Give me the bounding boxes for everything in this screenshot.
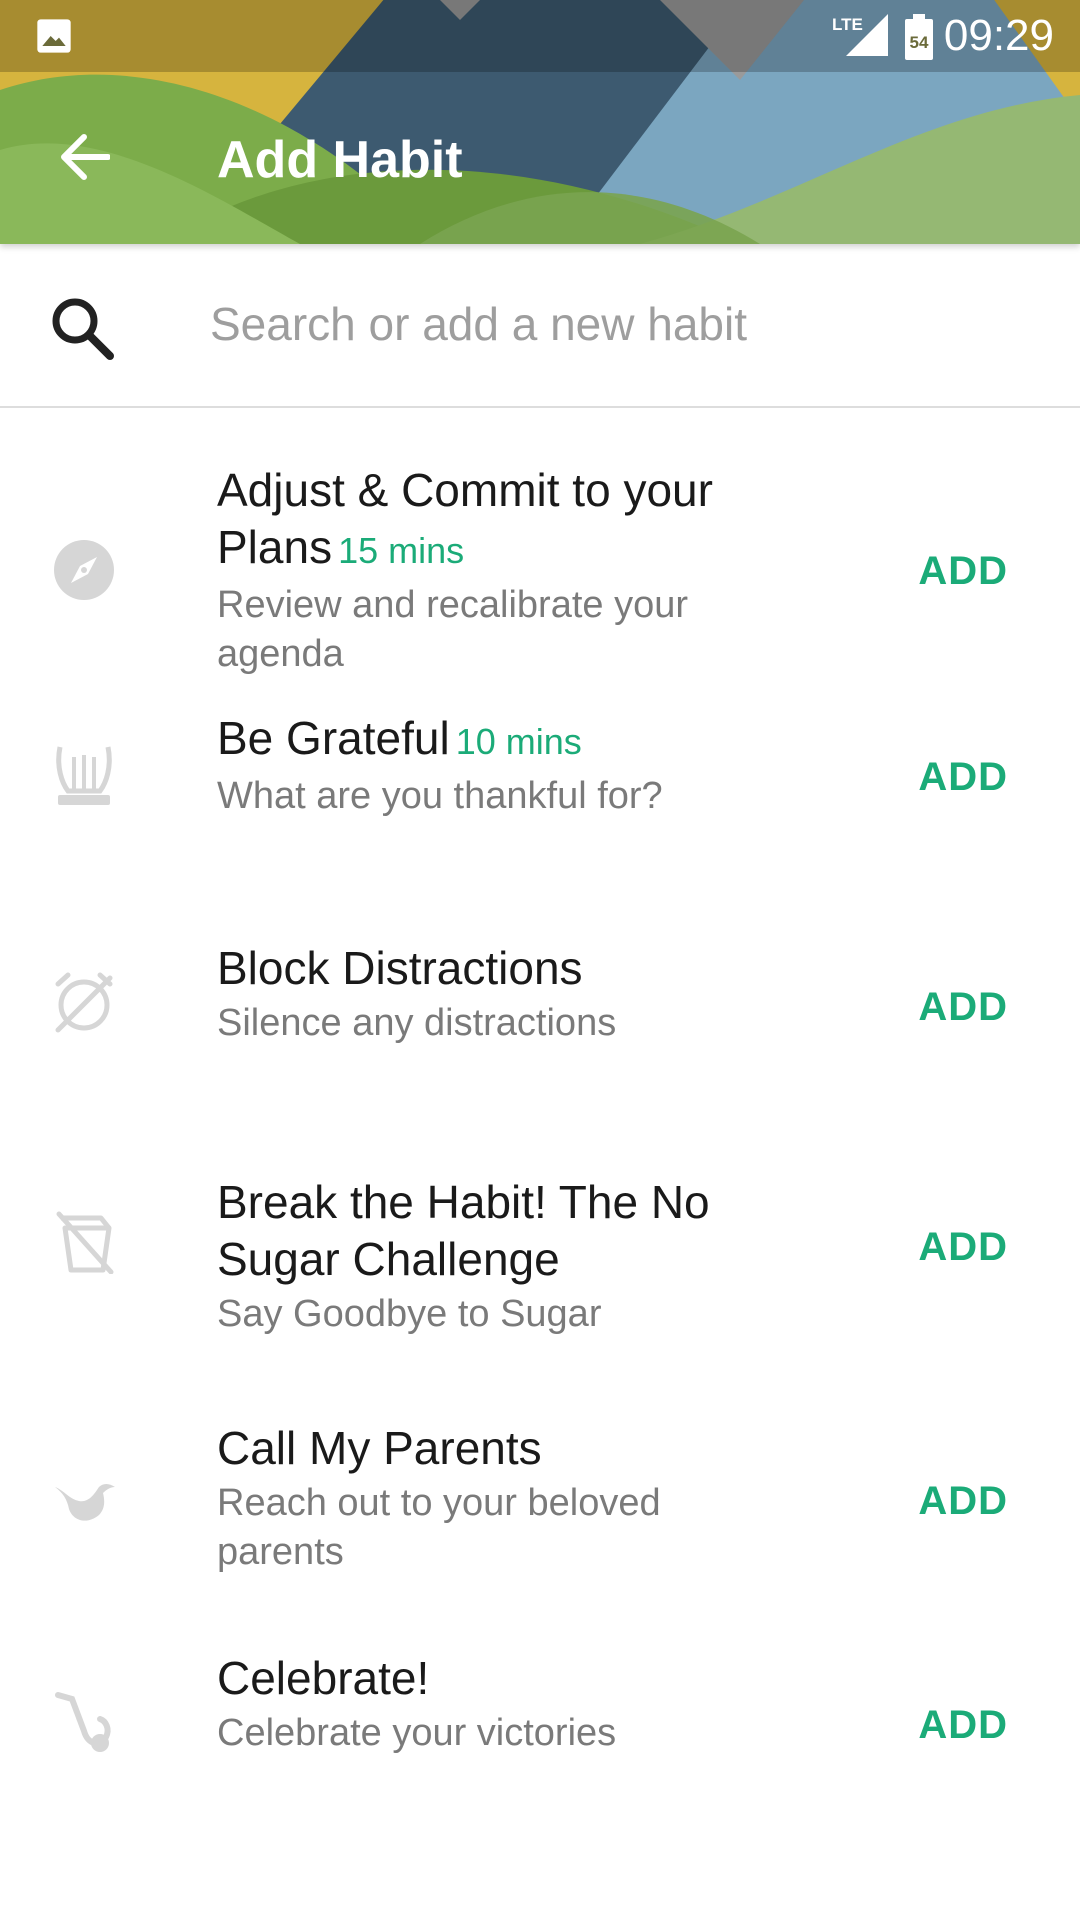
list-item[interactable]: Break the Habit! The No Sugar Challenge … xyxy=(0,1110,1080,1370)
search-icon xyxy=(52,298,114,360)
habit-text: Call My Parents Reach out to your belove… xyxy=(217,1420,777,1577)
add-habit-button[interactable]: ADD xyxy=(868,1466,1008,1536)
compass-icon xyxy=(48,534,120,606)
svg-text:54: 54 xyxy=(910,33,929,52)
search-bar xyxy=(0,244,1080,408)
add-habit-button[interactable]: ADD xyxy=(868,1212,1008,1282)
habit-duration: 15 mins xyxy=(338,530,465,571)
habit-duration: 10 mins xyxy=(455,721,582,762)
search-input[interactable] xyxy=(210,284,1030,364)
status-bar: LTE 54 09:29 xyxy=(0,0,1080,72)
image-icon xyxy=(37,19,71,53)
lte-signal-icon: LTE xyxy=(832,14,888,56)
list-item[interactable]: Block Distractions Silence any distracti… xyxy=(0,880,1080,1110)
status-time: 09:29 xyxy=(943,11,1054,60)
habit-text: Break the Habit! The No Sugar Challenge … xyxy=(217,1174,777,1339)
habit-text: Celebrate! Celebrate your victories xyxy=(217,1650,777,1758)
saxophone-icon xyxy=(48,1688,120,1760)
habit-title: Call My Parents xyxy=(217,1422,542,1474)
add-habit-screen: LTE 54 09:29 Add Habit Search or add a n… xyxy=(0,0,1080,1920)
habit-title: Be Grateful 10 mins xyxy=(217,712,582,764)
habit-title: Celebrate! xyxy=(217,1652,430,1704)
habit-list: Adjust & Commit to your Plans 15 mins Rev… xyxy=(0,410,1080,1870)
add-habit-button[interactable]: ADD xyxy=(868,972,1008,1042)
habit-text: Block Distractions Silence any distracti… xyxy=(217,940,777,1048)
list-item[interactable]: Adjust & Commit to your Plans 15 mins Rev… xyxy=(0,410,1080,675)
add-habit-button[interactable]: ADD xyxy=(868,742,1008,812)
app-bar: LTE 54 09:29 Add Habit xyxy=(0,0,1080,244)
toolbar: Add Habit xyxy=(0,72,1080,244)
habit-description: Celebrate your victories xyxy=(217,1712,617,1754)
add-habit-button[interactable]: ADD xyxy=(868,1690,1008,1760)
habit-text: Be Grateful 10 mins What are you thankful… xyxy=(217,710,777,821)
habit-description: Review and recalibrate your agenda xyxy=(217,584,689,675)
bird-icon xyxy=(48,1466,120,1538)
list-item[interactable]: Call My Parents Reach out to your belove… xyxy=(0,1370,1080,1630)
habit-description: What are you thankful for? xyxy=(217,775,663,817)
battery-icon: 54 xyxy=(905,14,933,60)
habit-description: Silence any distractions xyxy=(217,1002,617,1044)
back-button[interactable] xyxy=(40,112,130,202)
arrow-back-icon xyxy=(61,134,110,180)
habit-title: Adjust & Commit to your Plans 15 mins xyxy=(217,464,713,573)
habit-description: Reach out to your beloved parents xyxy=(217,1482,661,1573)
no-alarm-icon xyxy=(48,966,120,1038)
habit-title: Block Distractions xyxy=(217,942,583,994)
habit-description: Say Goodbye to Sugar xyxy=(217,1293,602,1335)
list-item[interactable]: Celebrate! Celebrate your victories ADD xyxy=(0,1630,1080,1870)
no-sugar-icon xyxy=(48,1206,120,1278)
habit-title: Break the Habit! The No Sugar Challenge xyxy=(217,1176,710,1285)
add-habit-button[interactable]: ADD xyxy=(868,536,1008,606)
svg-text:LTE: LTE xyxy=(832,15,863,34)
habit-text: Adjust & Commit to your Plans 15 mins Rev… xyxy=(217,462,777,679)
page-title: Add Habit xyxy=(217,131,463,189)
lyre-icon xyxy=(48,740,120,812)
list-item[interactable]: Be Grateful 10 mins What are you thankful… xyxy=(0,670,1080,880)
